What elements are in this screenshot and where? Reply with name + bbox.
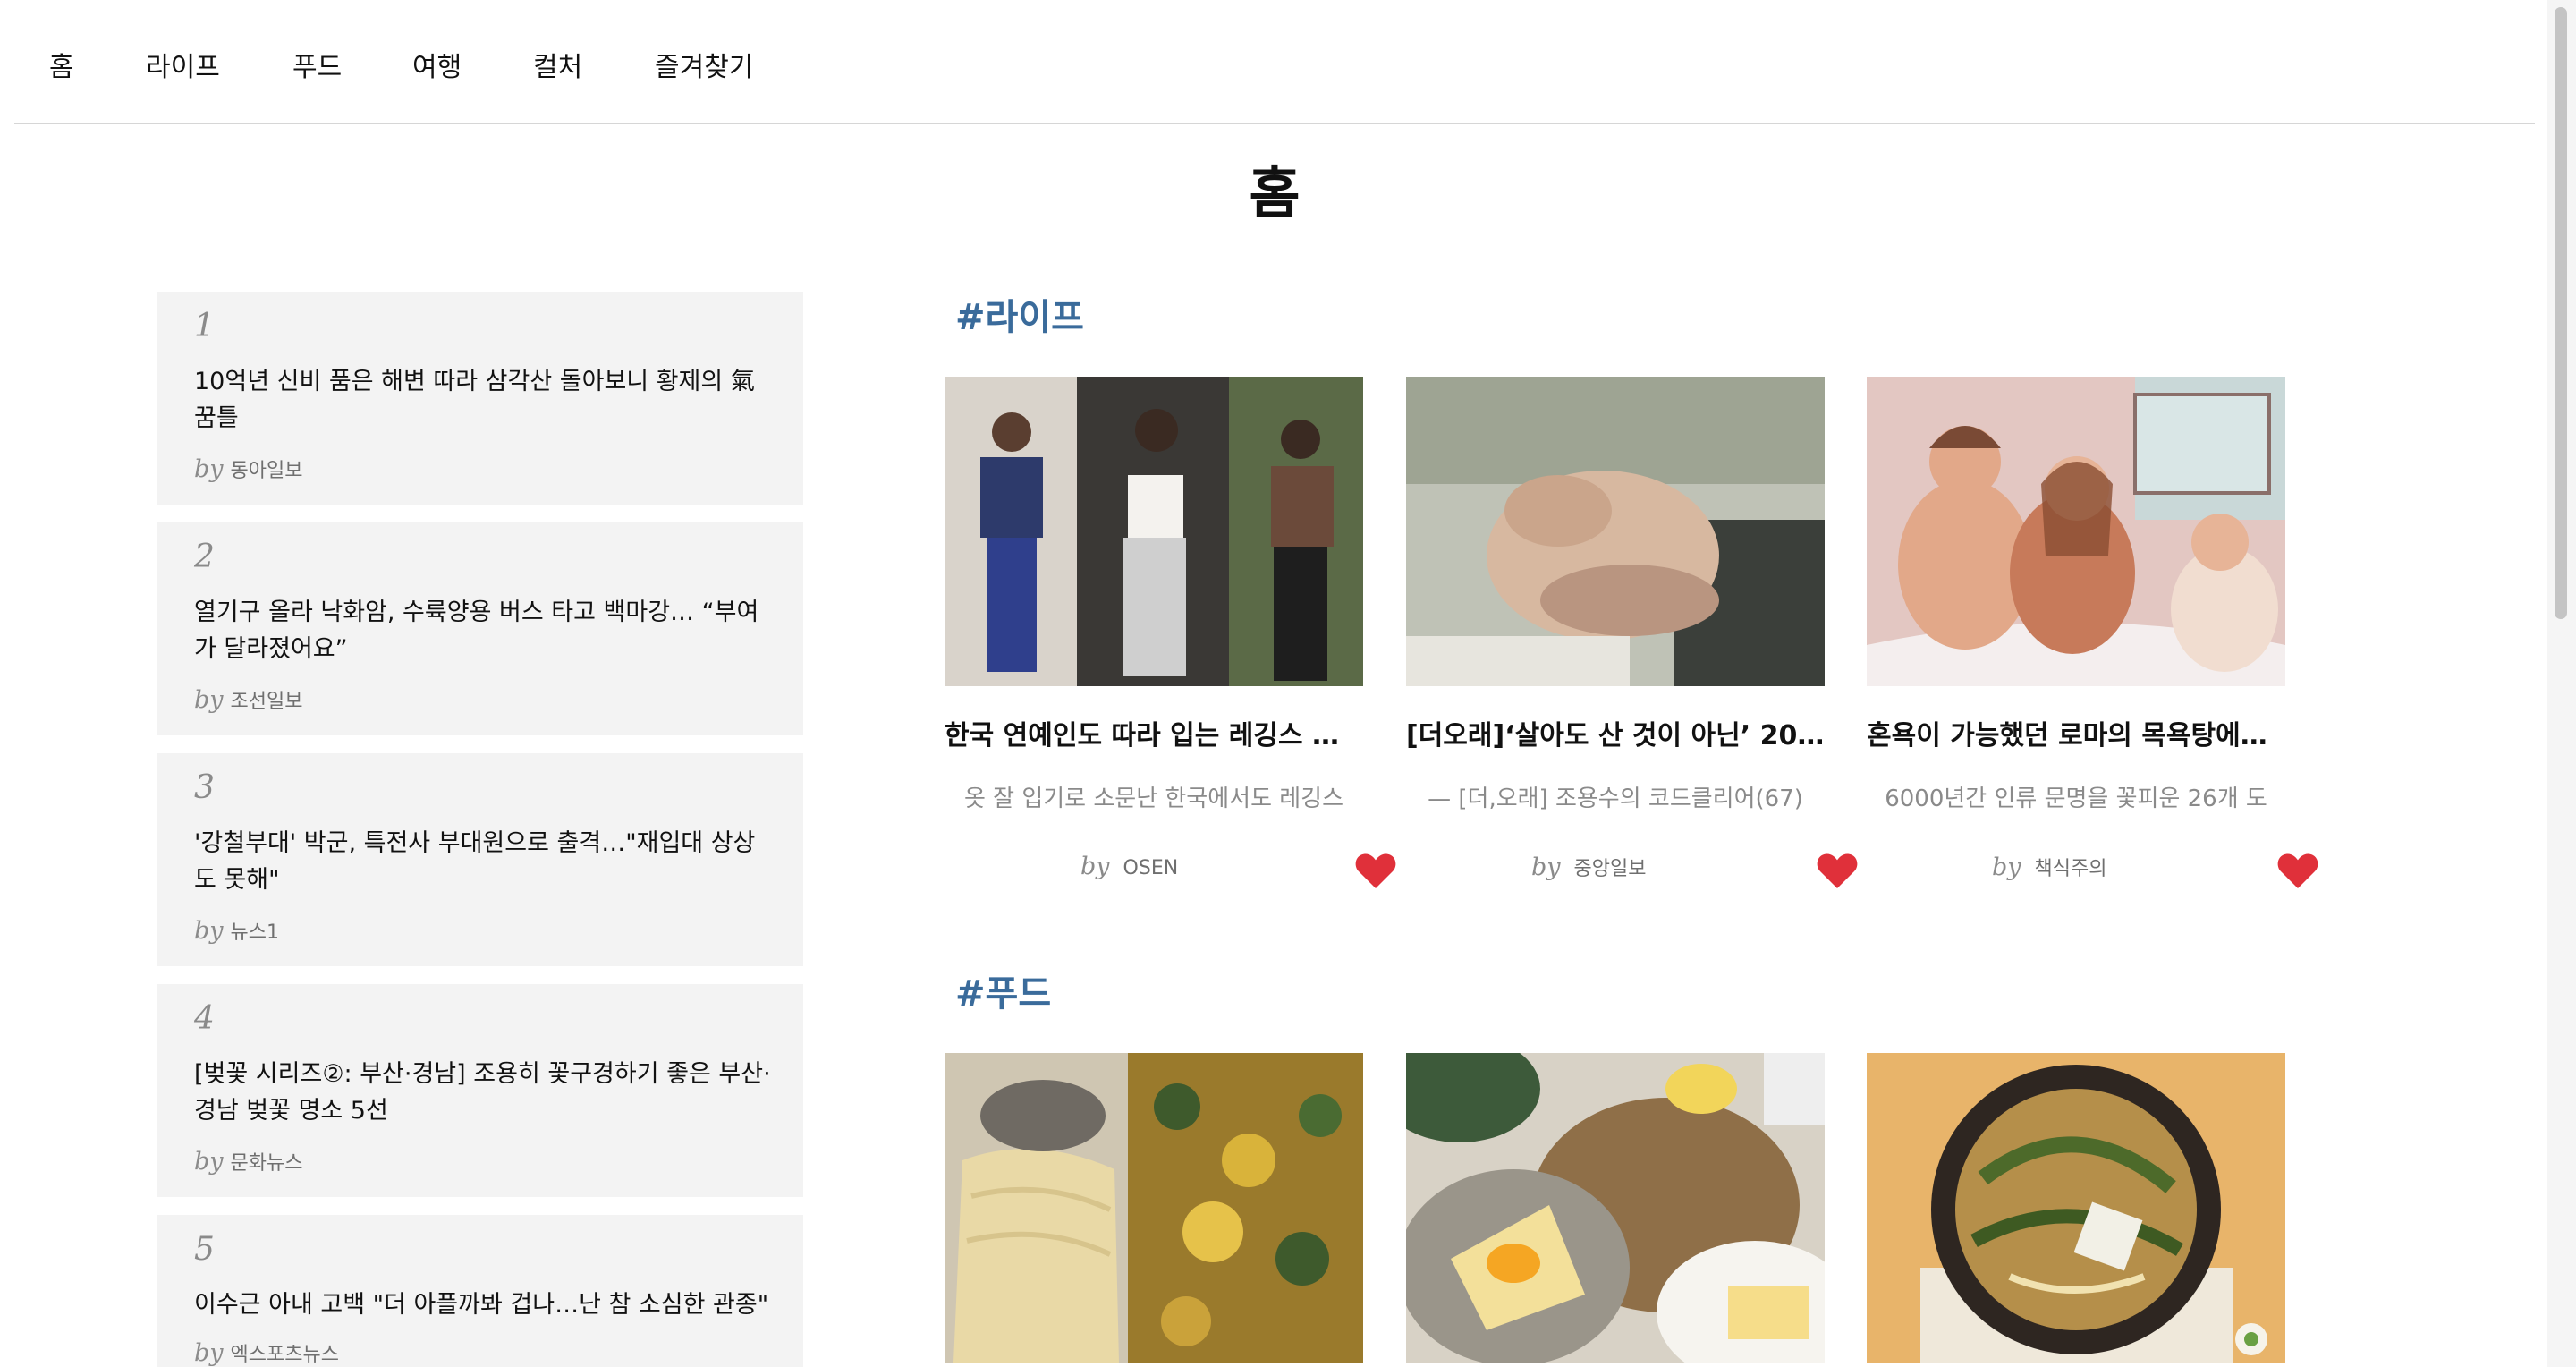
article-source: by 중앙일보 (1531, 853, 1647, 881)
article-card[interactable] (945, 1053, 1363, 1363)
article-thumbnail[interactable] (945, 1053, 1363, 1363)
rank-source: by 문화뉴스 (194, 1147, 303, 1176)
by-label: by (194, 1148, 224, 1176)
by-label: by (194, 1339, 224, 1367)
heart-icon[interactable] (1816, 851, 1859, 890)
by-label: by (1531, 853, 1561, 881)
vertical-scrollbar[interactable] (2547, 0, 2576, 1367)
article-description: 옷 잘 입기로 소문난 한국에서도 레깅스 (963, 785, 1344, 812)
article-thumbnail[interactable] (945, 377, 1363, 686)
article-description: 6000년간 인류 문명을 꽃피운 26개 도 (1885, 785, 2267, 812)
nav-item-travel[interactable]: 여행 (412, 45, 462, 84)
rank-number: 5 (194, 1231, 215, 1268)
ranking-item[interactable]: 3 '강철부대' 박군, 특전사 부대원으로 출격…"재입대 상상도 못해" b… (157, 753, 803, 966)
top-nav: 홈 라이프 푸드 여행 컬처 즐겨찾기 (14, 0, 2535, 124)
rank-source: by 뉴스1 (194, 916, 279, 945)
article-card[interactable] (1406, 1053, 1825, 1363)
rank-title[interactable]: 이수근 아내 고백 "더 아플까봐 겁나…난 참 소심한 관종" (194, 1286, 775, 1323)
ranking-item[interactable]: 1 10억년 신비 품은 해변 따라 삼각산 돌아보니 황제의 氣 꿈틀 by 동… (157, 292, 803, 505)
ranking-item[interactable]: 5 이수근 아내 고백 "더 아플까봐 겁나…난 참 소심한 관종" by 엑스포… (157, 1215, 803, 1367)
article-thumbnail[interactable] (1867, 377, 2285, 686)
source-name: 책식주의 (2034, 858, 2107, 880)
source-name: 동아일보 (230, 460, 303, 482)
nav-item-life[interactable]: 라이프 (146, 45, 220, 84)
by-label: by (194, 455, 224, 483)
article-title[interactable]: [더오래]‘살아도 산 것이 아닌’ 20… (1406, 718, 1825, 754)
article-card[interactable] (1867, 1053, 2285, 1363)
ranking-item[interactable]: 4 [벚꽃 시리즈②: 부산·경남] 조용히 꽃구경하기 좋은 부산·경남 벚꽃… (157, 984, 803, 1197)
nav-item-favorites[interactable]: 즐겨찾기 (655, 45, 753, 84)
rank-title[interactable]: 열기구 올라 낙화암, 수륙양용 버스 타고 백마강… “부여가 달라졌어요” (194, 594, 775, 667)
section-tag-food[interactable]: #푸드 (955, 964, 1051, 1016)
by-label: by (194, 917, 224, 945)
rank-number: 2 (194, 539, 215, 575)
article-title[interactable]: 혼욕이 가능했던 로마의 목욕탕에… (1867, 718, 2285, 754)
rank-source: by 조선일보 (194, 685, 303, 714)
source-name: OSEN (1123, 857, 1179, 879)
article-description: — [더,오래] 조용수의 코드클리어(67) (1428, 785, 1803, 812)
rank-number: 3 (194, 769, 215, 806)
nav-item-food[interactable]: 푸드 (292, 45, 342, 84)
by-label: by (194, 686, 224, 714)
rank-source: by 엑스포츠뉴스 (194, 1338, 339, 1367)
rank-number: 4 (194, 1000, 215, 1037)
article-source: by OSEN (1080, 853, 1178, 880)
nav-item-culture[interactable]: 컬처 (533, 45, 582, 84)
by-label: by (1992, 853, 2021, 881)
rank-title[interactable]: '강철부대' 박군, 특전사 부대원으로 출격…"재입대 상상도 못해" (194, 825, 775, 898)
source-name: 중앙일보 (1573, 858, 1647, 880)
scrollbar-thumb[interactable] (2555, 7, 2567, 619)
article-title[interactable]: 한국 연예인도 따라 입는 레깅스 패… (945, 718, 1363, 754)
article-card[interactable]: 한국 연예인도 따라 입는 레깅스 패… 옷 잘 입기로 소문난 한국에서도 레… (945, 377, 1396, 888)
rank-title[interactable]: 10억년 신비 품은 해변 따라 삼각산 돌아보니 황제의 氣 꿈틀 (194, 363, 775, 437)
rank-source: by 동아일보 (194, 454, 303, 483)
page-title: 홈 (1249, 160, 1301, 225)
rank-number: 1 (194, 308, 215, 344)
ranking-item[interactable]: 2 열기구 올라 낙화암, 수륙양용 버스 타고 백마강… “부여가 달라졌어요… (157, 522, 803, 735)
article-thumbnail[interactable] (1406, 377, 1825, 686)
heart-icon[interactable] (2276, 851, 2319, 890)
by-label: by (1080, 853, 1110, 880)
rank-title[interactable]: [벚꽃 시리즈②: 부산·경남] 조용히 꽃구경하기 좋은 부산·경남 벚꽃 명… (194, 1056, 775, 1129)
source-name: 뉴스1 (230, 921, 280, 944)
article-thumbnail[interactable] (1867, 1053, 2285, 1363)
article-source: by 책식주의 (1992, 853, 2107, 881)
nav-item-home[interactable]: 홈 (49, 45, 74, 84)
article-card[interactable]: 혼욕이 가능했던 로마의 목욕탕에… 6000년간 인류 문명을 꽃피운 26개… (1867, 377, 2318, 888)
source-name: 엑스포츠뉴스 (230, 1344, 339, 1366)
article-thumbnail[interactable] (1406, 1053, 1825, 1363)
article-card[interactable]: [더오래]‘살아도 산 것이 아닌’ 20… — [더,오래] 조용수의 코드클… (1406, 377, 1858, 888)
source-name: 조선일보 (230, 691, 303, 713)
source-name: 문화뉴스 (230, 1152, 303, 1175)
section-tag-life[interactable]: #라이프 (955, 288, 1084, 340)
heart-icon[interactable] (1354, 851, 1397, 890)
